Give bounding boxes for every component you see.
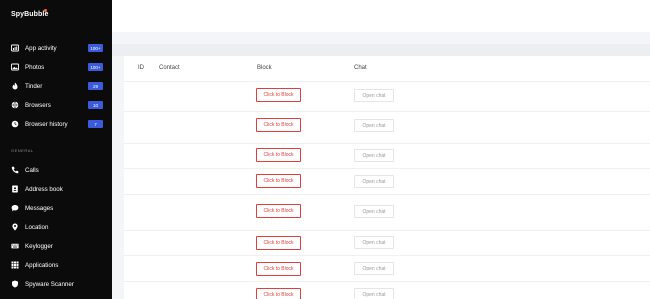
sidebar-item-label: Location <box>25 223 49 231</box>
sidebar-item-label: App activity <box>25 44 57 52</box>
sidebar-item-applications[interactable]: Applications <box>11 259 103 271</box>
main-content: ID Contact Block Chat Click to Block Ope… <box>112 0 650 299</box>
sub-toolbar <box>112 44 650 56</box>
row-divider <box>124 281 650 282</box>
row-divider <box>124 81 650 82</box>
phone-icon <box>11 166 19 174</box>
section-label-general: GENERAL <box>11 148 34 153</box>
sidebar: SpyBubble App activity 100+ Photos 100+ … <box>0 0 112 299</box>
block-button[interactable]: Click to Block <box>256 204 301 218</box>
sidebar-item-tinder[interactable]: Tinder 29 <box>11 80 103 92</box>
count-badge: 100+ <box>88 63 103 71</box>
sidebar-item-photos[interactable]: Photos 100+ <box>11 61 103 73</box>
block-button[interactable]: Click to Block <box>256 236 301 250</box>
sidebar-item-keylogger[interactable]: Keylogger <box>11 240 103 252</box>
column-header-contact[interactable]: Contact <box>159 65 180 71</box>
sidebar-item-label: Browser history <box>25 120 68 128</box>
row-divider <box>124 111 650 112</box>
open-chat-button[interactable]: Open chat <box>354 119 394 132</box>
sidebar-item-label: Photos <box>25 63 45 71</box>
count-badge: 7 <box>88 120 103 128</box>
block-button[interactable]: Click to Block <box>256 118 301 132</box>
image-icon <box>11 63 19 71</box>
logo-text: SpyBubble <box>11 11 49 18</box>
block-button[interactable]: Click to Block <box>256 174 301 188</box>
column-header-chat[interactable]: Chat <box>354 65 367 71</box>
row-divider <box>124 230 650 231</box>
sidebar-item-address-book[interactable]: Address book <box>11 183 103 195</box>
flame-icon <box>11 82 19 90</box>
block-button[interactable]: Click to Block <box>256 288 301 299</box>
sidebar-item-app-activity[interactable]: App activity 100+ <box>11 42 103 54</box>
row-divider <box>124 168 650 169</box>
chat-bubble-icon <box>11 204 19 212</box>
block-button[interactable]: Click to Block <box>256 148 301 162</box>
contacts-table: ID Contact Block Chat Click to Block Ope… <box>124 56 650 299</box>
open-chat-button[interactable]: Open chat <box>354 149 394 162</box>
count-badge: 10 <box>88 101 103 109</box>
app-logo[interactable]: SpyBubble <box>11 9 49 18</box>
sidebar-item-label: Calls <box>25 166 39 174</box>
globe-clock-icon <box>11 120 19 128</box>
column-header-id[interactable]: ID <box>138 65 144 71</box>
spacer <box>112 32 650 44</box>
sidebar-item-label: Keylogger <box>25 242 53 250</box>
bar-chart-icon <box>11 44 19 52</box>
logo-dot-icon <box>44 9 47 12</box>
sidebar-item-label: Spyware Scanner <box>25 280 74 288</box>
keyboard-icon <box>11 242 19 250</box>
sidebar-item-label: Browsers <box>25 101 51 109</box>
sidebar-item-calls[interactable]: Calls <box>11 164 103 176</box>
row-divider <box>124 194 650 195</box>
sidebar-item-label: Messages <box>25 204 54 212</box>
open-chat-button[interactable]: Open chat <box>354 89 394 102</box>
open-chat-button[interactable]: Open chat <box>354 288 394 299</box>
sidebar-item-browser-history[interactable]: Browser history 7 <box>11 118 103 130</box>
count-badge: 100+ <box>88 44 103 52</box>
shield-icon <box>11 280 19 288</box>
location-pin-icon <box>11 223 19 231</box>
grid-icon <box>11 261 19 269</box>
sidebar-item-spyware-scanner[interactable]: Spyware Scanner <box>11 278 103 290</box>
globe-icon <box>11 101 19 109</box>
top-bar <box>112 0 650 32</box>
sidebar-item-label: Applications <box>25 261 59 269</box>
column-header-block[interactable]: Block <box>257 65 272 71</box>
sidebar-item-label: Address book <box>25 185 63 193</box>
sidebar-item-browsers[interactable]: Browsers 10 <box>11 99 103 111</box>
sidebar-item-location[interactable]: Location <box>11 221 103 233</box>
contact-book-icon <box>11 185 19 193</box>
sidebar-item-label: Tinder <box>25 82 43 90</box>
block-button[interactable]: Click to Block <box>256 88 301 102</box>
open-chat-button[interactable]: Open chat <box>354 175 394 188</box>
row-divider <box>124 143 650 144</box>
count-badge: 29 <box>88 82 103 90</box>
open-chat-button[interactable]: Open chat <box>354 262 394 275</box>
row-divider <box>124 255 650 256</box>
sidebar-item-messages[interactable]: Messages <box>11 202 103 214</box>
open-chat-button[interactable]: Open chat <box>354 205 394 218</box>
block-button[interactable]: Click to Block <box>256 262 301 276</box>
open-chat-button[interactable]: Open chat <box>354 236 394 249</box>
